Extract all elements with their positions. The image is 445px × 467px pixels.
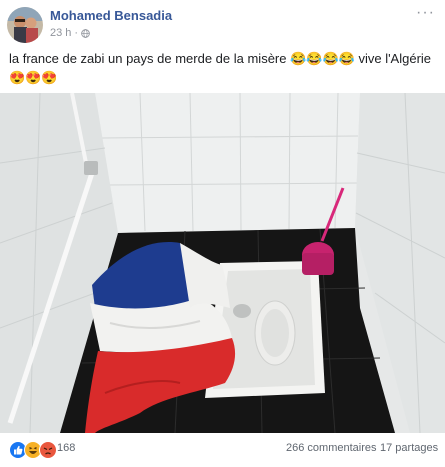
author-avatar[interactable]: [7, 7, 43, 43]
more-options-button[interactable]: ···: [416, 5, 435, 21]
reaction-count[interactable]: 168: [57, 442, 75, 454]
post-photo[interactable]: [0, 93, 445, 433]
separator-dot: ·: [74, 27, 79, 39]
author-name[interactable]: Mohamed Bensadia: [50, 8, 172, 23]
globe-icon: [81, 28, 90, 38]
shares-count[interactable]: 17 partages: [380, 442, 438, 454]
comments-count[interactable]: 266 commentaires: [286, 442, 377, 454]
reactions-bar: 168 266 commentaires 17 partages: [0, 438, 445, 462]
post-timestamp[interactable]: 23 h: [50, 27, 71, 39]
post-meta: 23 h ·: [50, 27, 90, 39]
post-header: Mohamed Bensadia 23 h · ···: [0, 0, 445, 44]
angry-reaction-icon: [39, 441, 57, 459]
post-text: la france de zabi un pays de merde de la…: [9, 51, 432, 85]
reaction-icons[interactable]: [9, 441, 57, 459]
